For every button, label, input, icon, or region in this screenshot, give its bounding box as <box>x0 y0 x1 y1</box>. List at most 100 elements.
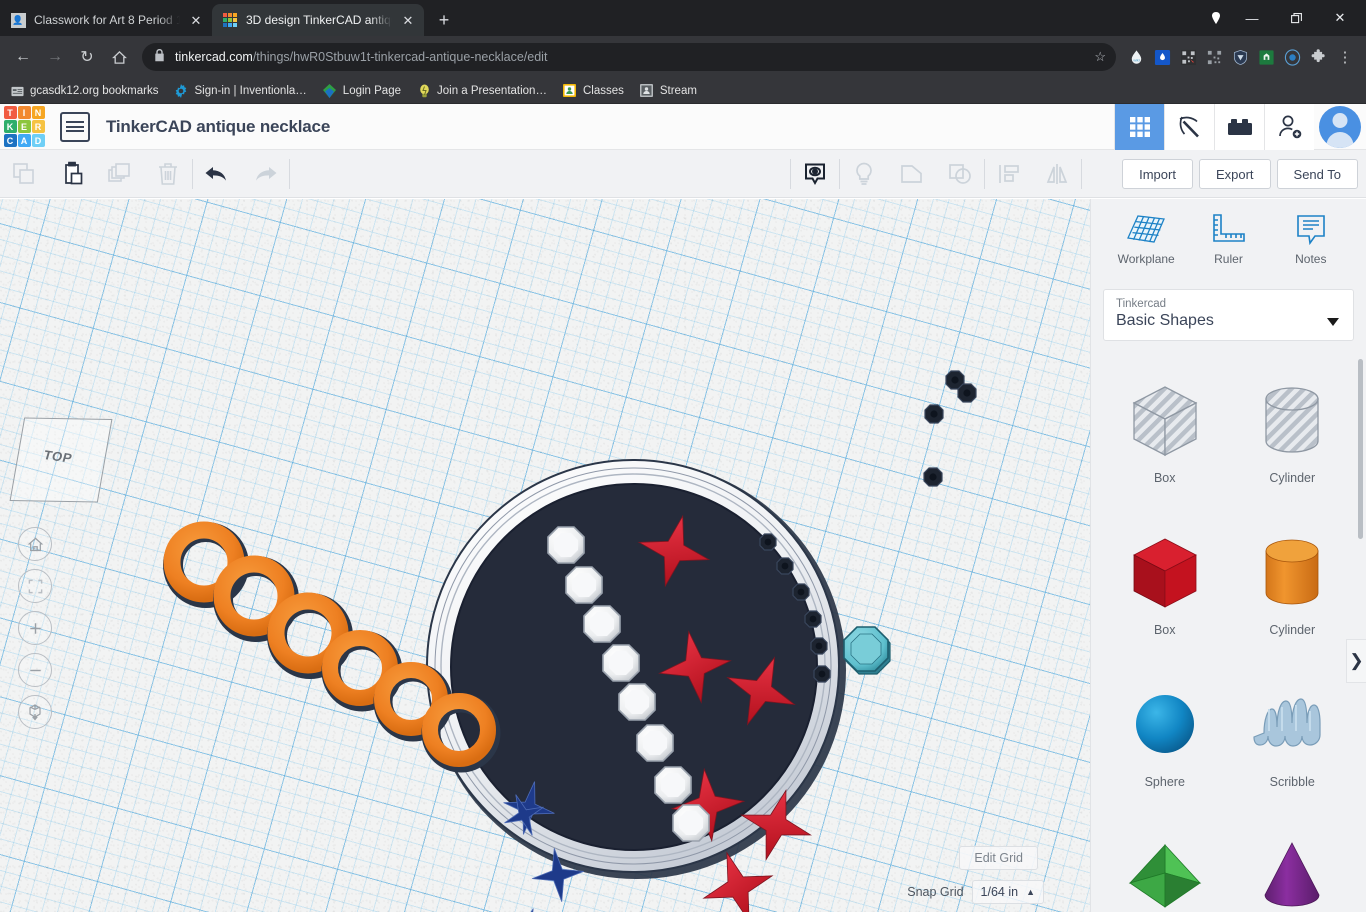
scribble-icon <box>1249 681 1335 767</box>
snap-grid-select[interactable]: 1/64 in ▲ <box>972 880 1044 904</box>
home-button[interactable] <box>104 42 134 72</box>
profile-pin-icon[interactable] <box>1202 4 1230 32</box>
water-drop-icon[interactable]: wiki <box>1124 45 1148 69</box>
logo-tile-d: D <box>32 134 45 147</box>
lock-icon <box>154 49 165 65</box>
bookmark-classes[interactable]: Classes <box>563 84 624 98</box>
zoom-out-button[interactable] <box>18 653 52 687</box>
trash-icon[interactable] <box>144 150 192 198</box>
bookmark-signin-inventionland[interactable]: Sign-in | Inventionla… <box>174 84 306 98</box>
group-button[interactable] <box>888 150 936 198</box>
notes-tool[interactable]: Notes <box>1274 213 1348 266</box>
logo-tile-c: C <box>4 134 17 147</box>
shape-item-pyramid[interactable]: Pyramid <box>1101 819 1229 912</box>
url-text: tinkercad.com/things/hwR0Stbuw1t-tinkerc… <box>175 50 1084 64</box>
cylinder-hole-icon <box>1249 377 1335 463</box>
bookmark-label: Sign-in | Inventionla… <box>194 85 306 97</box>
shape-item-cylinder-solid[interactable]: Cylinder <box>1229 515 1357 667</box>
tinkercad-icon <box>222 12 238 28</box>
green-sheet-icon[interactable] <box>1254 45 1278 69</box>
reload-button[interactable]: ↻ <box>72 42 102 72</box>
show-hide-button[interactable] <box>791 150 839 198</box>
panel-scrollbar[interactable] <box>1358 359 1363 539</box>
fit-view-button[interactable] <box>18 569 52 603</box>
note-button[interactable] <box>840 150 888 198</box>
circle-blue-icon[interactable] <box>1280 45 1304 69</box>
snap-grid-control: Snap Grid 1/64 in ▲ <box>907 880 1044 904</box>
grid-view-icon[interactable] <box>1114 104 1164 150</box>
logo-tile-k: K <box>4 120 17 133</box>
ruler-icon <box>1209 213 1247 247</box>
brick-icon[interactable] <box>1214 104 1264 150</box>
puzzle-icon[interactable] <box>1306 45 1330 69</box>
blue-badge-icon[interactable] <box>1150 45 1174 69</box>
shape-item-cone[interactable]: Cone <box>1229 819 1357 912</box>
forward-button[interactable]: → <box>40 42 70 72</box>
chrome-menu-button[interactable]: ⋮ <box>1332 48 1358 66</box>
paste-button[interactable] <box>48 150 96 198</box>
shape-item-cylinder-hole[interactable]: Cylinder <box>1229 363 1357 515</box>
bookmark-stream[interactable]: Stream <box>640 84 697 98</box>
redo-button[interactable] <box>241 150 289 198</box>
page-title: TinkerCAD antique necklace <box>106 117 330 137</box>
minimize-button[interactable]: — <box>1230 2 1274 34</box>
bookmark-label: Stream <box>660 85 697 97</box>
import-button[interactable]: Import <box>1122 159 1193 189</box>
back-button[interactable]: ← <box>8 42 38 72</box>
shield-icon[interactable] <box>1228 45 1252 69</box>
qr-dark-icon[interactable] <box>1176 45 1200 69</box>
bookmark-label: Classes <box>583 85 624 97</box>
tab-title: 3D design TinkerCAD antique ne <box>246 13 392 27</box>
ungroup-button[interactable] <box>936 150 984 198</box>
export-button[interactable]: Export <box>1199 159 1271 189</box>
mirror-button[interactable] <box>1033 150 1081 198</box>
shape-label: Cylinder <box>1269 471 1315 485</box>
shape-item-sphere[interactable]: Sphere <box>1101 667 1229 819</box>
bookmark-star-icon[interactable]: ☆ <box>1094 49 1106 65</box>
align-button[interactable] <box>985 150 1033 198</box>
copy-button[interactable] <box>0 150 48 198</box>
shape-item-box-hole[interactable]: Box <box>1101 363 1229 515</box>
url-domain: tinkercad.com <box>175 50 253 64</box>
maximize-button[interactable] <box>1274 2 1318 34</box>
bookmark-label: Join a Presentation… <box>437 85 547 97</box>
user-avatar[interactable] <box>1314 104 1366 150</box>
duplicate-button[interactable] <box>96 150 144 198</box>
bookmark-gcasdk12[interactable]: gcasdk12.org bookmarks <box>10 84 158 98</box>
add-person-icon[interactable] <box>1264 104 1314 150</box>
shape-item-scribble[interactable]: Scribble <box>1229 667 1357 819</box>
perspective-toggle-button[interactable] <box>18 695 52 729</box>
close-window-button[interactable]: ✕ <box>1318 2 1362 34</box>
app-header: TINKERCAD TinkerCAD antique necklace <box>0 104 1366 150</box>
browser-tab-tinkercad[interactable]: 3D design TinkerCAD antique ne ✕ <box>212 4 424 36</box>
bookmark-join-presentation[interactable]: Join a Presentation… <box>417 84 547 98</box>
tinkercad-logo[interactable]: TINKERCAD <box>2 105 46 149</box>
qr-light-icon[interactable] <box>1202 45 1226 69</box>
toolbar-divider <box>289 159 290 189</box>
shape-item-box-solid[interactable]: Box <box>1101 515 1229 667</box>
home-view-button[interactable] <box>18 527 52 561</box>
undo-button[interactable] <box>193 150 241 198</box>
tab-close-icon[interactable]: ✕ <box>188 12 204 28</box>
chevron-down-icon[interactable] <box>1327 318 1339 326</box>
notes-label: Notes <box>1295 252 1326 266</box>
workplane-tool[interactable]: Workplane <box>1109 213 1183 266</box>
pickaxe-icon[interactable] <box>1164 104 1214 150</box>
logo-tile-e: E <box>18 120 31 133</box>
edit-grid-button[interactable]: Edit Grid <box>959 846 1038 870</box>
new-tab-button[interactable]: + <box>430 6 458 34</box>
panel-collapse-button[interactable]: ❯ <box>1346 639 1366 683</box>
tab-close-icon[interactable]: ✕ <box>400 12 416 28</box>
address-bar[interactable]: tinkercad.com/things/hwR0Stbuw1t-tinkerc… <box>142 43 1116 71</box>
bookmark-login-page[interactable]: Login Page <box>323 84 401 98</box>
shape-library-selector[interactable]: Tinkercad Basic Shapes <box>1103 289 1354 341</box>
toolbar-right-actions: Import Export Send To <box>1122 150 1358 198</box>
box-hole-icon <box>1122 377 1208 463</box>
browser-tab-classroom[interactable]: 👤 Classwork for Art 8 Period 1, MP ✕ <box>0 4 212 36</box>
shape-label: Scribble <box>1270 775 1315 789</box>
ruler-tool[interactable]: Ruler <box>1191 213 1265 266</box>
project-list-icon[interactable] <box>60 112 90 142</box>
3d-canvas[interactable]: TOP <box>0 199 1090 912</box>
zoom-in-button[interactable] <box>18 611 52 645</box>
send-to-button[interactable]: Send To <box>1277 159 1358 189</box>
